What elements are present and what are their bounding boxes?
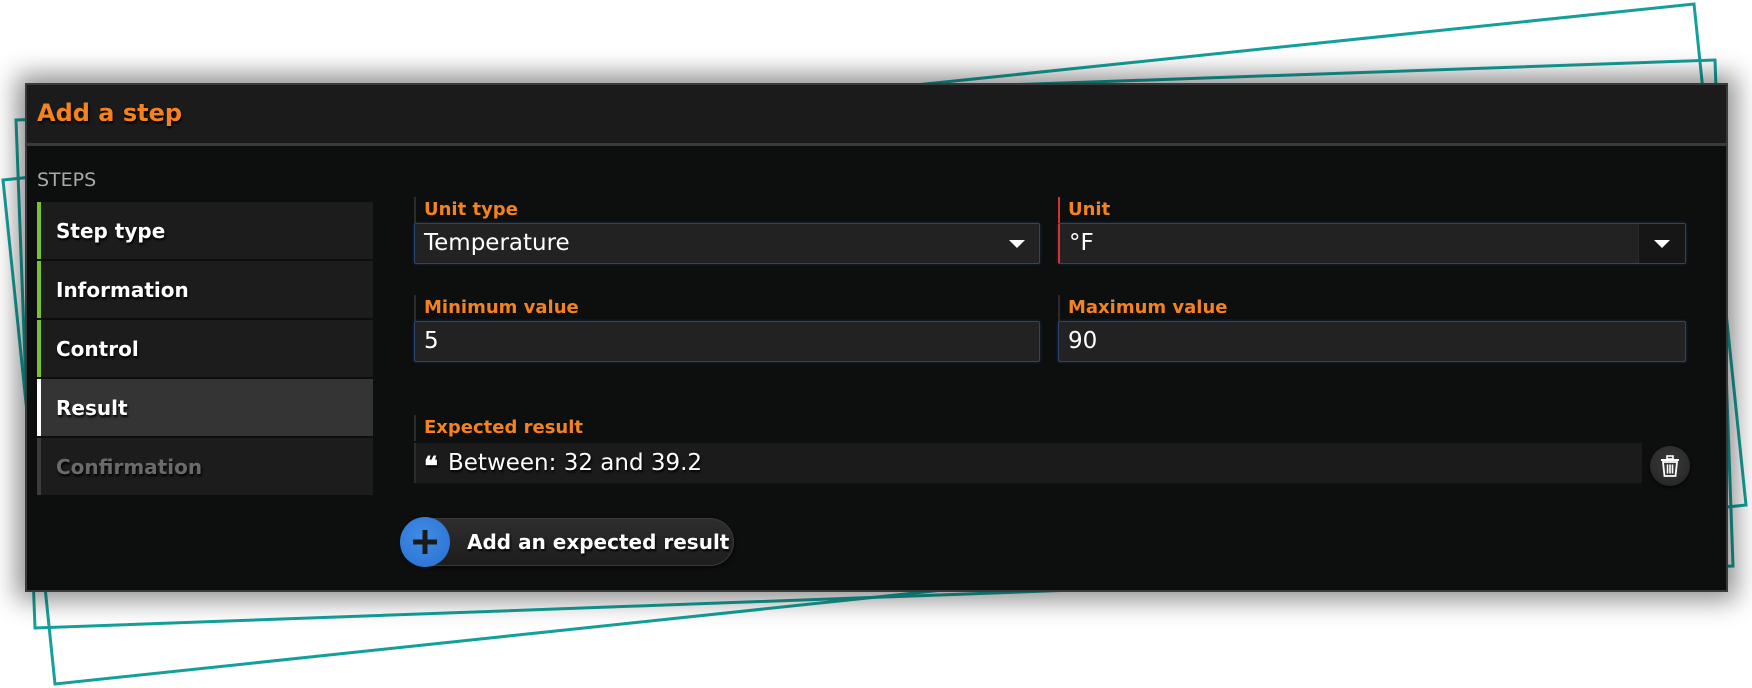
quote-icon: ❝ [424,452,438,482]
add-expected-result-button[interactable]: Add an expected result [400,517,734,567]
trash-icon [1661,455,1679,477]
maximum-value-text: 90 [1068,328,1098,354]
dialog-header: Add a step [27,85,1726,146]
sidebar-item-confirmation: Confirmation [37,438,373,495]
steps-sidebar: Step type Information Control Result Con… [37,202,373,497]
sidebar-item-label: Information [56,277,189,302]
add-circle [400,517,450,567]
plus-icon [413,530,437,554]
minimum-value-text: 5 [424,328,439,354]
minimum-value-input[interactable]: 5 [414,321,1040,362]
unit-label: Unit [1058,197,1686,223]
minimum-value-label: Minimum value [414,295,1040,321]
sidebar-item-control[interactable]: Control [37,320,373,377]
add-step-dialog: Add a step STEPS Step type Information C… [25,83,1728,592]
add-expected-result-label: Add an expected result [467,530,730,554]
expected-result-item[interactable]: ❝ Between: 32 and 39.2 [414,443,1642,483]
expected-result-text: Between: 32 and 39.2 [448,450,703,476]
sidebar-item-label: Confirmation [56,454,203,479]
unit-type-value: Temperature [424,230,570,256]
sidebar-item-label: Result [56,395,128,420]
unit-select[interactable]: °F [1058,223,1686,264]
caret-down-icon [1654,240,1670,248]
delete-expected-result-button[interactable] [1650,446,1690,486]
sidebar-item-information[interactable]: Information [37,261,373,318]
unit-type-field: Unit type Temperature [414,197,1040,264]
unit-value: °F [1069,230,1094,256]
dialog-title: Add a step [37,99,183,127]
sidebar-item-step-type[interactable]: Step type [37,202,373,259]
expected-result-label: Expected result [414,415,1040,441]
caret-down-icon [1009,240,1025,248]
steps-heading: STEPS [37,169,97,191]
unit-type-label: Unit type [414,197,1040,223]
unit-dropdown-button[interactable] [1638,224,1685,263]
sidebar-item-label: Step type [56,218,166,243]
sidebar-item-label: Control [56,336,139,361]
maximum-value-label: Maximum value [1058,295,1686,321]
expected-result-field: Expected result [414,415,1040,441]
unit-type-select[interactable]: Temperature [414,223,1040,264]
unit-field: Unit °F [1058,197,1686,264]
maximum-value-input[interactable]: 90 [1058,321,1686,362]
minimum-value-field: Minimum value 5 [414,295,1040,362]
maximum-value-field: Maximum value 90 [1058,295,1686,362]
sidebar-item-result[interactable]: Result [37,379,373,436]
